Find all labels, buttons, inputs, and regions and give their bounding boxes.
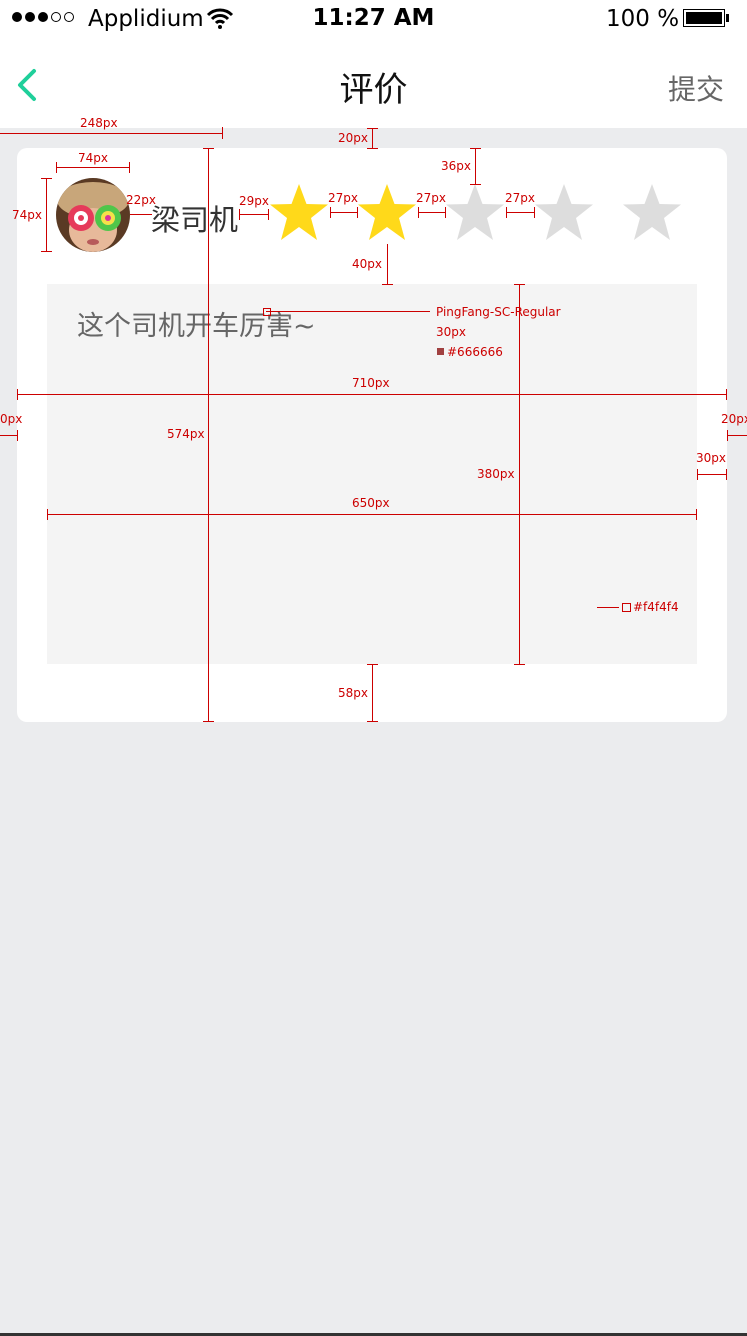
battery-icon [683,9,725,27]
annotation-label: 650px [352,496,390,510]
annotation-label: 20px [338,131,368,145]
annotation-label: 380px [477,467,515,481]
annotation-label: 574px [167,427,205,441]
annotation-label: 710px [352,376,390,390]
star-2-icon[interactable] [356,182,418,244]
annotation-label: 0px [0,412,23,426]
status-bar: Applidium 11:27 AM 100 % [0,0,747,40]
submit-button[interactable]: 提交 [668,68,724,108]
battery-percent: 100 % [606,6,680,32]
annotation-label: PingFang-SC-Regular [436,305,561,319]
annotation-label: 20px [721,412,747,426]
annotation-label: 74px [12,208,42,222]
annotation-label: 30px [696,451,726,465]
driver-avatar [56,178,130,252]
annotation-label: 36px [441,159,471,173]
annotation-label: 40px [352,257,382,271]
star-5-icon[interactable] [621,182,683,244]
annotation-label: 248px [80,116,118,130]
top-bar: Applidium 11:27 AM 100 % 评价 提交 [0,0,747,128]
page-title: 评价 [339,70,408,110]
star-1-icon[interactable] [268,182,330,244]
annotation-label: 27px [505,191,535,205]
star-3-icon[interactable] [444,182,506,244]
annotation-label: 27px [328,191,358,205]
annotation-label: #666666 [447,345,503,359]
annotation-label: 22px [126,193,156,207]
annotation-label: 58px [338,686,368,700]
annotation-label: 29px [239,194,269,208]
annotation-label: 74px [78,151,108,165]
star-4-icon[interactable] [533,182,595,244]
annotation-label: 30px [436,325,466,339]
annotation-label: 27px [416,191,446,205]
comment-placeholder: 这个司机开车厉害~ [77,311,316,342]
driver-name: 梁司机 [151,203,239,237]
annotation-label: #f4f4f4 [633,600,679,614]
